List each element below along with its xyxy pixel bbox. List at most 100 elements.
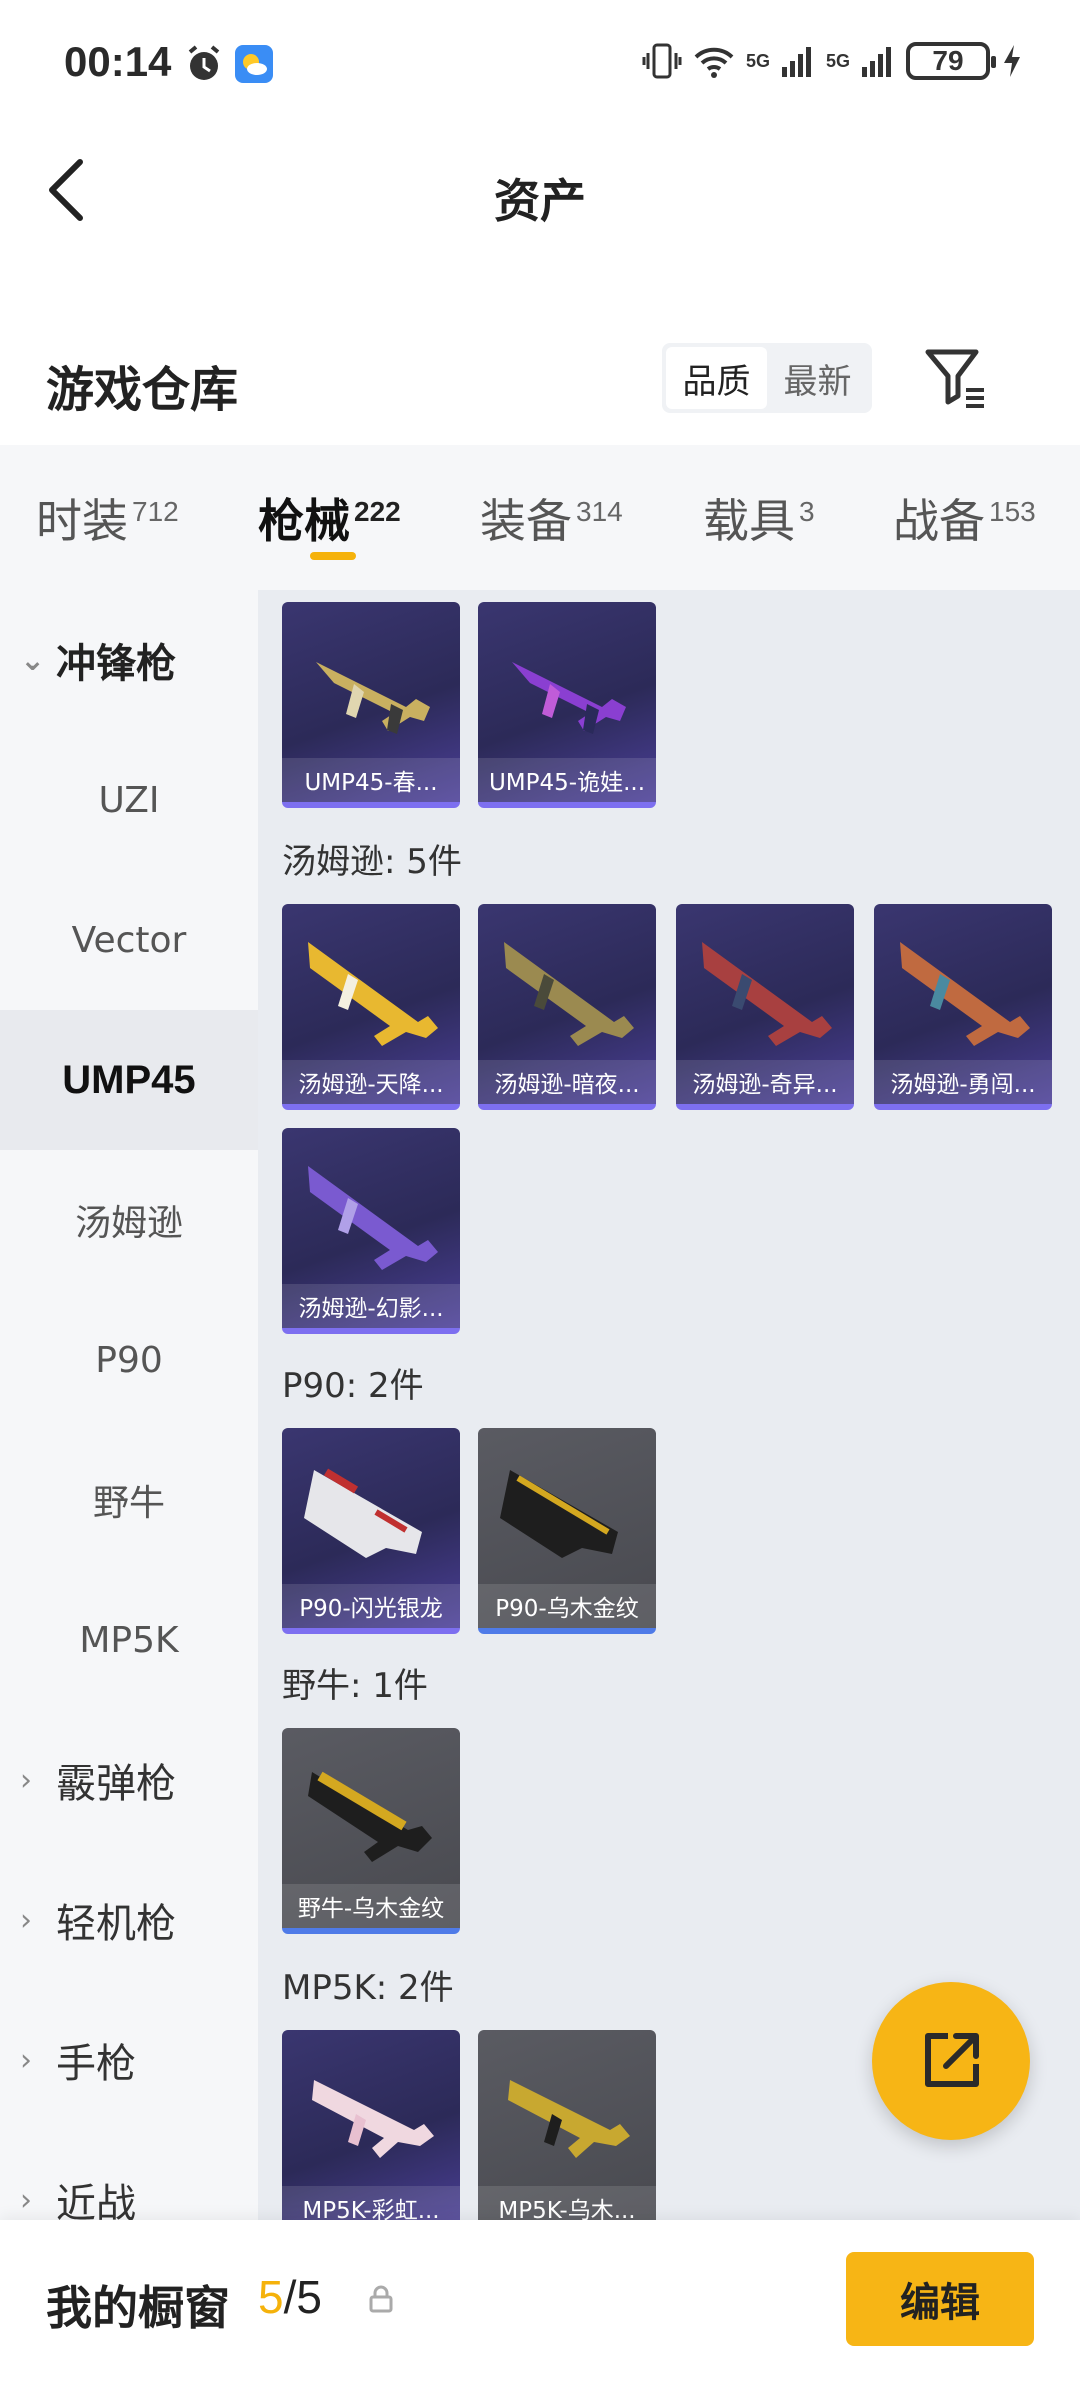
chevron-right-icon: › [20,2042,32,2078]
sort-quality-button[interactable]: 品质 [666,347,767,409]
gun-skin-image [512,662,626,734]
nav-bar: 资产 [0,125,1080,255]
skin-card-label: 汤姆逊-幻影... [282,1284,460,1328]
weapon-type-sidebar: ⌄ 冲锋枪 UZI Vector UMP45 汤姆逊 P90 野牛 MP5K ›… [0,590,258,2220]
section-label-p90: P90: 2件 [282,1366,424,1406]
sidebar-group-label: 手枪 [56,2041,136,2087]
skin-card[interactable]: 汤姆逊-奇异... [676,904,854,1110]
sort-newest-button[interactable]: 最新 [767,347,868,409]
gun-skin-image [508,2080,630,2158]
warehouse-title: 游戏仓库 [46,362,239,418]
gun-skin-image [504,942,634,1046]
alarm-icon [188,45,220,80]
tab-firearms[interactable]: 枪械 222 [258,485,401,551]
sidebar-group-label: 冲锋枪 [56,641,176,687]
vibrate-icon [642,43,682,79]
gun-skin-image [304,1468,422,1558]
skin-card-label: 汤姆逊-勇闯... [874,1060,1052,1104]
charging-icon [1004,45,1020,77]
skin-card[interactable]: 野牛-乌木金纹 [282,1728,460,1934]
sidebar-group-lmg[interactable]: › 轻机枪 [20,1850,176,1990]
sidebar-item-uzi[interactable]: UZI [0,730,258,870]
page-title: 资产 [494,174,586,228]
tab-equipment[interactable]: 装备 314 [480,485,623,551]
skin-card[interactable]: UMP45-春... [282,602,460,808]
filter-button[interactable] [922,342,992,412]
sidebar-group-label: 近战 [56,2181,136,2220]
sidebar-group-smg[interactable]: ⌄ 冲锋枪 [20,590,176,730]
showcase-label: 我的橱窗 [46,2281,230,2335]
tab-count: 153 [989,495,1036,527]
skin-card-label: P90-闪光银龙 [282,1584,460,1628]
gun-skin-image [308,1166,438,1270]
warehouse-header: 游戏仓库 品质 最新 [0,320,1080,440]
share-button[interactable] [872,1982,1030,2140]
skin-grid: UMP45-春... UMP45-诡娃... 汤姆逊: 5件 汤姆逊-天降...… [258,590,1080,2220]
skin-card[interactable]: 汤姆逊-暗夜... [478,904,656,1110]
showcase-count-current: 5 [258,2271,284,2323]
showcase-count: 5/5 [258,2270,322,2324]
skin-card-label: MP5K-乌木... [478,2186,656,2220]
network-type-2: 5G [825,50,850,71]
sidebar-item-mp5k[interactable]: MP5K [0,1570,258,1710]
tab-label: 装备 [480,494,572,548]
skin-card-label: 汤姆逊-暗夜... [478,1060,656,1104]
skin-card-label: P90-乌木金纹 [478,1584,656,1628]
skin-card[interactable]: MP5K-乌木... [478,2030,656,2220]
skin-card[interactable]: P90-闪光银龙 [282,1428,460,1634]
gun-skin-image [312,2080,434,2158]
edit-button[interactable]: 编辑 [846,2252,1034,2346]
skin-card-label: 汤姆逊-天降... [282,1060,460,1104]
skin-card-label: 野牛-乌木金纹 [282,1884,460,1928]
active-tab-indicator [310,552,356,560]
sidebar-item-bizon[interactable]: 野牛 [0,1430,258,1570]
sidebar-item-thompson[interactable]: 汤姆逊 [0,1150,258,1290]
tab-fashion[interactable]: 时装 712 [36,485,179,551]
status-time: 00:14 [64,38,172,85]
lock-icon [369,2285,393,2313]
skin-card[interactable]: 汤姆逊-勇闯... [874,904,1052,1110]
sidebar-item-vector[interactable]: Vector [0,870,258,1010]
sidebar-group-melee[interactable]: › 近战 [20,2130,136,2220]
sidebar-group-shotgun[interactable]: › 霰弹枪 [20,1710,176,1850]
chevron-right-icon: › [20,2182,32,2218]
skin-card[interactable]: P90-乌木金纹 [478,1428,656,1634]
tab-count: 222 [354,495,401,527]
tab-label: 战备 [893,494,985,548]
wifi-icon [694,47,734,78]
status-indicators: 5G 5G 79 [642,36,1024,86]
tab-label: 时装 [36,494,128,548]
sidebar-item-p90[interactable]: P90 [0,1290,258,1430]
gun-skin-image [500,1470,618,1558]
chevron-right-icon: › [20,1762,32,1798]
tab-count: 3 [799,495,815,527]
tab-count: 712 [132,495,179,527]
gun-skin-image [308,1771,432,1862]
section-label-mp5k: MP5K: 2件 [282,1968,454,2008]
sidebar-group-label: 轻机枪 [56,1901,176,1947]
skin-card[interactable]: 汤姆逊-幻影... [282,1128,460,1334]
skin-card[interactable]: 汤姆逊-天降... [282,904,460,1110]
status-bar: 00:14 5G 5G 79 [0,0,1080,125]
sort-toggle: 品质 最新 [662,343,872,413]
sidebar-group-label: 霰弹枪 [56,1761,176,1807]
sidebar-item-ump45[interactable]: UMP45 [0,1010,258,1150]
weather-app-icon [235,45,273,83]
tab-label: 载具 [703,494,795,548]
tab-count: 314 [576,495,623,527]
tab-vehicles[interactable]: 载具 3 [703,485,815,551]
signal-icon-2 [862,47,891,77]
chevron-down-icon: ⌄ [20,642,46,678]
gun-skin-image [900,942,1030,1046]
skin-card-label: UMP45-春... [282,758,460,802]
chevron-right-icon: › [20,1902,32,1938]
skin-card-label: 汤姆逊-奇异... [676,1060,854,1104]
skin-card-label: UMP45-诡娃... [478,758,656,802]
skin-card[interactable]: MP5K-彩虹... [282,2030,460,2220]
skin-card-label: MP5K-彩虹... [282,2186,460,2220]
section-label-thompson: 汤姆逊: 5件 [282,842,462,882]
signal-icon-1 [781,47,811,77]
tab-supplies[interactable]: 战备 153 [893,485,1036,551]
skin-card[interactable]: UMP45-诡娃... [478,602,656,808]
sidebar-group-pistol[interactable]: › 手枪 [20,1990,136,2130]
